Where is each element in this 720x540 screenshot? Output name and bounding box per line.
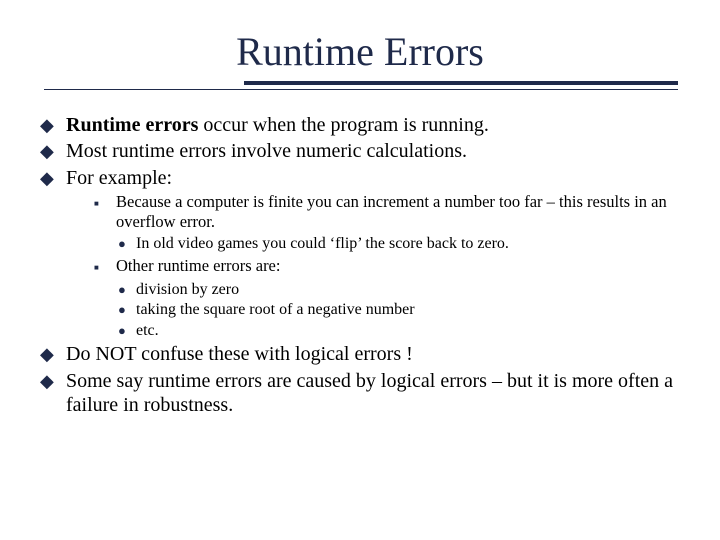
bullet-text: For example: <box>66 166 682 190</box>
diamond-icon: ◆ <box>40 113 66 137</box>
bullet-l3: ● etc. <box>118 321 682 341</box>
bullet-text: Some say runtime errors are caused by lo… <box>66 369 682 418</box>
slide: Runtime Errors ◆ Runtime errors occur wh… <box>0 0 720 540</box>
level2-group: ■ Because a computer is finite you can i… <box>40 192 682 340</box>
bullet-l3: ● In old video games you could ‘flip’ th… <box>118 234 682 254</box>
bullet-l3: ● division by zero <box>118 280 682 300</box>
bullet-l1: ◆ Most runtime errors involve numeric ca… <box>40 139 682 163</box>
bullet-text: taking the square root of a negative num… <box>136 300 682 320</box>
bullet-text: division by zero <box>136 280 682 300</box>
bullet-text: In old video games you could ‘flip’ the … <box>136 234 682 254</box>
bullet-l2: ■ Other runtime errors are: <box>94 256 682 278</box>
rule-thin <box>44 89 678 90</box>
dot-icon: ● <box>118 234 136 254</box>
bullet-text: Runtime errors occur when the program is… <box>66 113 682 137</box>
bullet-l1: ◆ For example: <box>40 166 682 190</box>
bullet-l1: ◆ Some say runtime errors are caused by … <box>40 369 682 418</box>
bullet-text: Do NOT confuse these with logical errors… <box>66 342 682 366</box>
level3-group: ● In old video games you could ‘flip’ th… <box>94 234 682 254</box>
dot-icon: ● <box>118 300 136 320</box>
level3-group: ● division by zero ● taking the square r… <box>94 280 682 341</box>
bullet-text: Most runtime errors involve numeric calc… <box>66 139 682 163</box>
title-wrap: Runtime Errors <box>38 28 682 75</box>
bullet-text: Other runtime errors are: <box>116 256 682 278</box>
diamond-icon: ◆ <box>40 342 66 366</box>
slide-title: Runtime Errors <box>236 28 484 75</box>
dot-icon: ● <box>118 321 136 341</box>
bold-lead: Runtime errors <box>66 114 198 136</box>
diamond-icon: ◆ <box>40 166 66 190</box>
dot-icon: ● <box>118 280 136 300</box>
rule-thick <box>244 81 678 85</box>
bullet-l1: ◆ Runtime errors occur when the program … <box>40 113 682 137</box>
slide-body: ◆ Runtime errors occur when the program … <box>38 113 682 418</box>
bullet-text: Because a computer is finite you can inc… <box>116 192 682 232</box>
square-icon: ■ <box>94 256 116 278</box>
bullet-l1: ◆ Do NOT confuse these with logical erro… <box>40 342 682 366</box>
diamond-icon: ◆ <box>40 139 66 163</box>
title-rule <box>44 81 676 99</box>
bullet-text: etc. <box>136 321 682 341</box>
rest-text: occur when the program is running. <box>198 114 488 136</box>
square-icon: ■ <box>94 192 116 232</box>
bullet-l2: ■ Because a computer is finite you can i… <box>94 192 682 232</box>
bullet-l3: ● taking the square root of a negative n… <box>118 300 682 320</box>
diamond-icon: ◆ <box>40 369 66 418</box>
